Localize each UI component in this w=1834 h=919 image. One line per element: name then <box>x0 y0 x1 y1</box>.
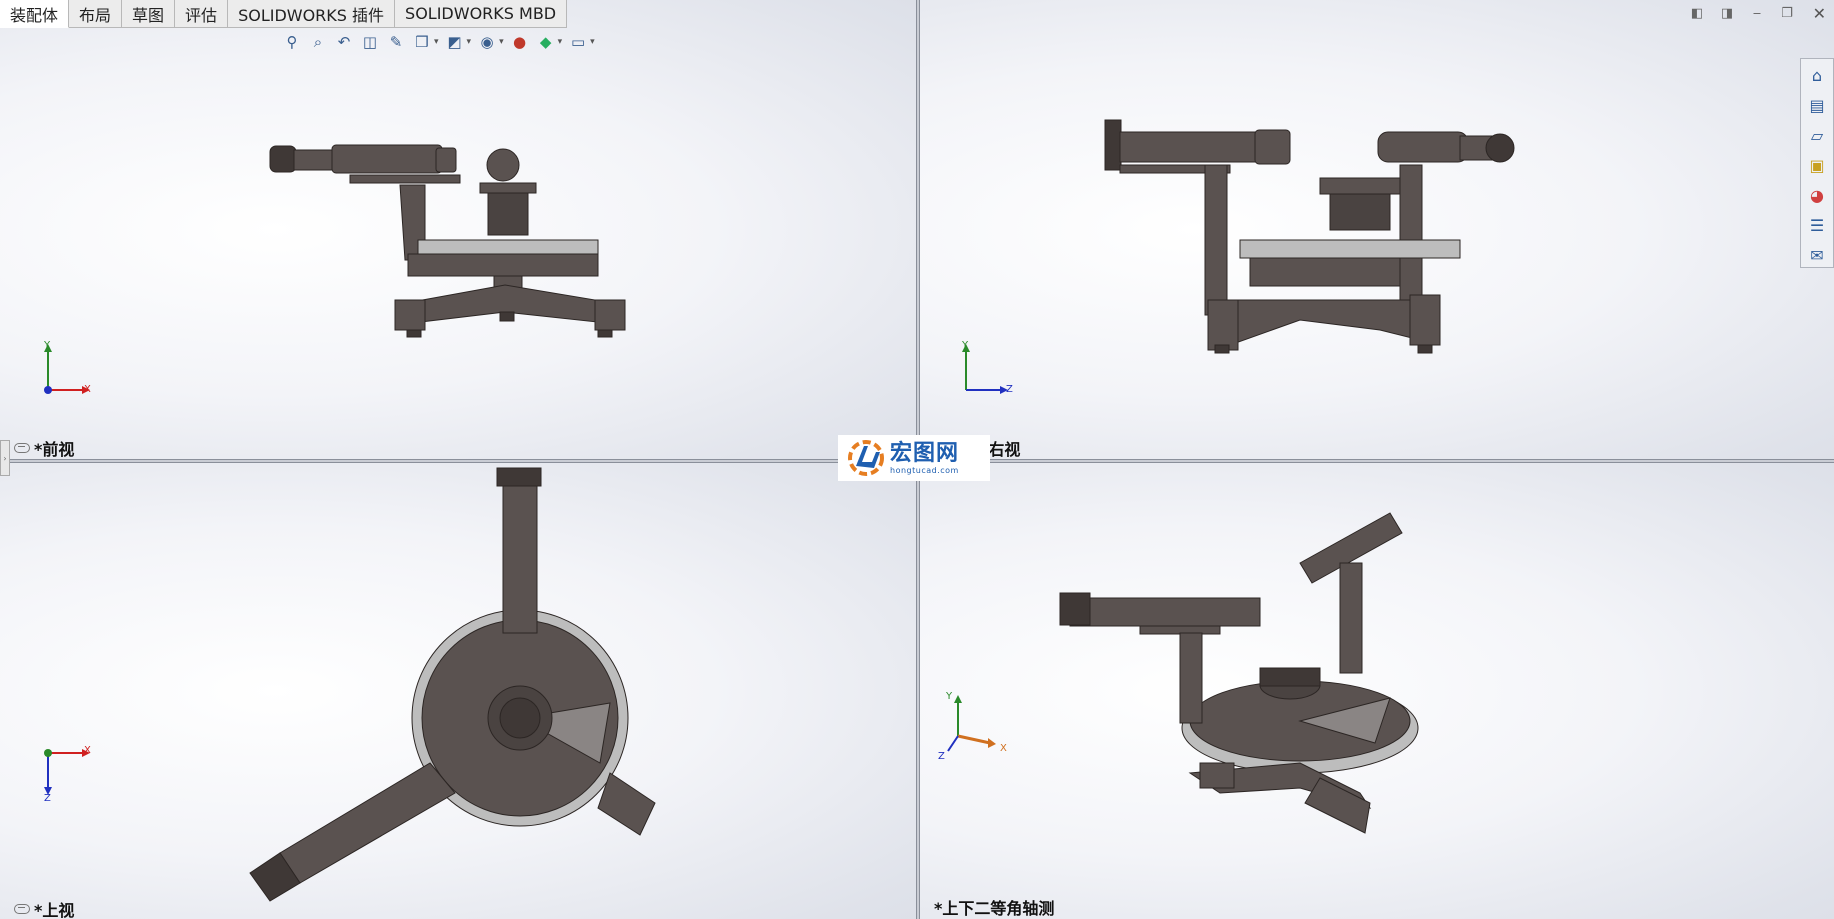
axis-y-label: Y <box>962 340 969 351</box>
axis-z-label: Z <box>44 793 51 804</box>
view-name: *上下二等角轴测 <box>934 899 1055 918</box>
view-label-top: *上视 <box>14 897 74 919</box>
axis-y-label: Y <box>44 340 51 351</box>
tab-evaluate[interactable]: 评估 <box>175 0 229 28</box>
viewport-top[interactable]: X Z *上视 <box>0 463 916 919</box>
tile-right-icon[interactable]: ◨ <box>1720 6 1734 21</box>
zoom-to-area-icon[interactable]: ⌕ <box>308 32 328 52</box>
tile-left-icon[interactable]: ◧ <box>1690 6 1704 21</box>
chevron-down-icon[interactable]: ▾ <box>499 37 504 47</box>
design-library-icon[interactable]: ▱ <box>1804 123 1830 147</box>
task-pane: ⌂ ▤ ▱ ▣ ◕ ☰ ✉ <box>1800 58 1834 268</box>
view-orientation-icon[interactable]: ❒ <box>412 32 432 52</box>
axis-z-label: Z <box>1006 384 1013 395</box>
file-explorer-icon[interactable]: ▣ <box>1804 153 1830 177</box>
zoom-to-fit-icon[interactable]: ⚲ <box>282 32 302 52</box>
tab-assembly[interactable]: 装配体 <box>0 0 70 28</box>
tab-solidworks-mbd[interactable]: SOLIDWORKS MBD <box>395 0 568 28</box>
chevron-down-icon[interactable]: ▾ <box>467 37 472 47</box>
display-style-icon[interactable]: ◩ <box>445 32 465 52</box>
chevron-down-icon[interactable]: ▾ <box>434 37 439 47</box>
hongtucad-logo: 宏图网 hongtucad.com <box>838 435 990 481</box>
logo-url: hongtucad.com <box>890 465 959 475</box>
home-icon[interactable]: ⌂ <box>1804 63 1830 87</box>
hide-show-items-icon[interactable]: ◉ <box>477 32 497 52</box>
link-views-icon[interactable] <box>14 904 30 914</box>
close-icon[interactable]: ✕ <box>1813 4 1826 23</box>
model-top-view[interactable] <box>0 463 916 919</box>
resources-icon[interactable]: ▤ <box>1804 93 1830 117</box>
logo-mark-icon <box>848 440 884 476</box>
minimize-icon[interactable]: ‒ <box>1750 6 1764 21</box>
axis-x-label: X <box>84 745 91 756</box>
model-right-view[interactable] <box>920 0 1834 459</box>
chevron-down-icon[interactable]: ▾ <box>590 37 595 47</box>
model-front-view[interactable] <box>0 0 916 459</box>
model-isometric-view[interactable] <box>920 463 1834 919</box>
tab-layout[interactable]: 布局 <box>69 0 123 28</box>
axis-y-label: Y <box>946 691 953 702</box>
tab-sketch[interactable]: 草图 <box>122 0 176 28</box>
view-settings-icon[interactable]: ▭ <box>568 32 588 52</box>
command-manager-tabs: 装配体 布局 草图 评估 SOLIDWORKS 插件 SOLIDWORKS MB… <box>0 0 568 28</box>
view-label-isometric: *上下二等角轴测 <box>934 895 1054 919</box>
view-name: *前视 <box>34 440 75 459</box>
custom-properties-icon[interactable]: ☰ <box>1804 213 1830 237</box>
viewport-front[interactable]: Y X *前视 <box>0 0 916 459</box>
apply-scene-icon[interactable]: ◆ <box>536 32 556 52</box>
tab-solidworks-addins[interactable]: SOLIDWORKS 插件 <box>228 0 396 28</box>
axis-x-label: X <box>84 384 91 395</box>
viewport-isometric[interactable]: Y X Z *上下二等角轴测 <box>920 463 1834 919</box>
chevron-down-icon[interactable]: ▾ <box>558 37 563 47</box>
section-view-icon[interactable]: ◫ <box>360 32 380 52</box>
viewport-right[interactable]: Y Z *右视 ◧ ◨ ‒ ❐ ✕ <box>920 0 1834 459</box>
axis-x-label: X <box>1000 743 1007 754</box>
axis-z-label: Z <box>938 751 945 762</box>
previous-view-icon[interactable]: ↶ <box>334 32 354 52</box>
forum-icon[interactable]: ✉ <box>1804 243 1830 267</box>
view-label-front: *前视 <box>14 436 74 459</box>
appearances-icon[interactable]: ◕ <box>1804 183 1830 207</box>
edit-appearance-icon[interactable]: ● <box>510 32 530 52</box>
link-views-icon[interactable] <box>14 443 30 453</box>
feature-tree-collapse-handle[interactable]: › <box>0 440 10 476</box>
window-controls: ◧ ◨ ‒ ❐ <box>1690 6 1794 21</box>
logo-name: 宏图网 <box>890 440 960 466</box>
heads-up-view-toolbar: ⚲ ⌕ ↶ ◫ ✎ ❒ ▾ ◩ ▾ ◉ ▾ ● ◆ ▾ ▭ ▾ <box>282 32 595 52</box>
restore-icon[interactable]: ❐ <box>1780 6 1794 21</box>
dynamic-annotation-icon[interactable]: ✎ <box>386 32 406 52</box>
view-name: *上视 <box>34 901 75 919</box>
